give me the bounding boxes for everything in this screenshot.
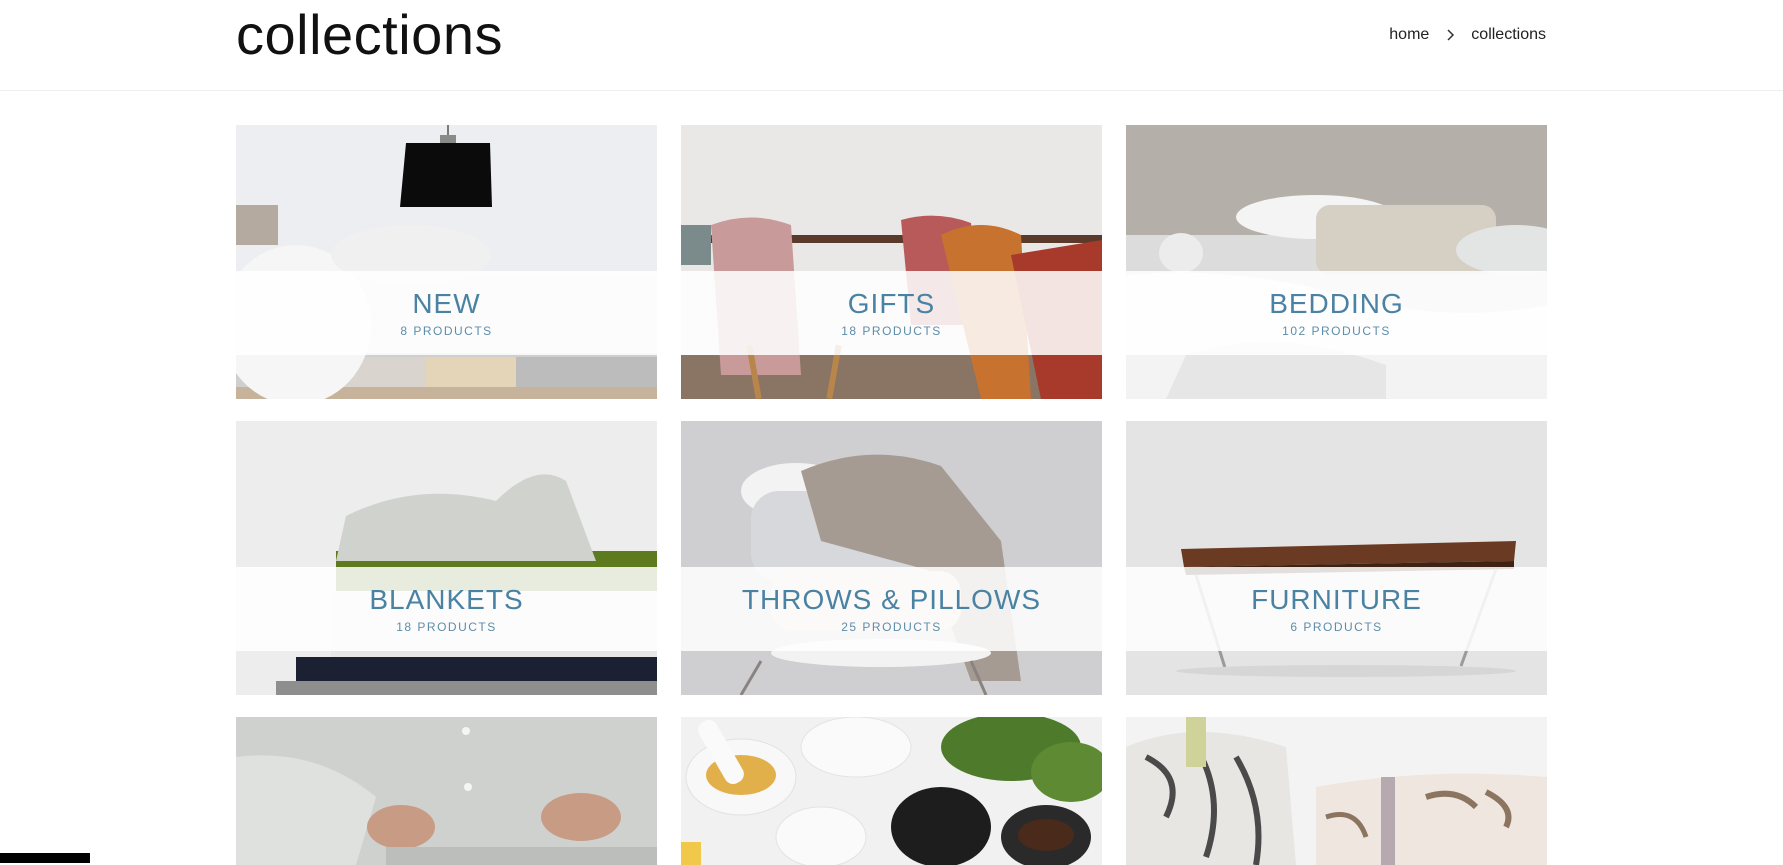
collection-overlay: NEW 8 PRODUCTS bbox=[236, 271, 657, 355]
collection-image-kitchen bbox=[681, 717, 1102, 865]
collection-image-bedding bbox=[1126, 125, 1547, 399]
collection-title: GIFTS bbox=[847, 288, 936, 319]
collection-title: THROWS & PILLOWS bbox=[741, 584, 1042, 615]
collection-overlay: BLANKETS 18 PRODUCTS bbox=[236, 567, 657, 651]
collection-title: FURNITURE bbox=[1251, 584, 1422, 615]
collection-card-bedding[interactable]: BEDDING 102 PRODUCTS bbox=[1126, 125, 1547, 399]
collection-overlay: THROWS & PILLOWS 25 PRODUCTS bbox=[681, 567, 1102, 651]
breadcrumb-collections-link[interactable]: collections bbox=[1471, 26, 1546, 44]
collection-card-new[interactable]: NEW 8 PRODUCTS bbox=[236, 125, 657, 399]
collection-card-apparel[interactable] bbox=[236, 717, 657, 865]
collection-title: BLANKETS bbox=[369, 584, 524, 615]
collection-overlay: GIFTS 18 PRODUCTS bbox=[681, 271, 1102, 355]
collection-count: 18 PRODUCTS bbox=[841, 324, 942, 338]
collection-overlay: BEDDING 102 PRODUCTS bbox=[1126, 271, 1547, 355]
collection-count: 25 PRODUCTS bbox=[841, 620, 942, 634]
collection-image-gifts bbox=[681, 125, 1102, 399]
collection-title: BEDDING bbox=[1269, 288, 1404, 319]
collection-count: 8 PRODUCTS bbox=[400, 324, 493, 338]
collection-count: 6 PRODUCTS bbox=[1290, 620, 1383, 634]
chevron-right-icon bbox=[1443, 28, 1457, 42]
collection-image-blankets bbox=[236, 421, 657, 695]
collection-card-throws-pillows[interactable]: THROWS & PILLOWS 25 PRODUCTS bbox=[681, 421, 1102, 695]
breadcrumb-home-link[interactable]: home bbox=[1389, 26, 1429, 44]
collection-image-textiles bbox=[1126, 717, 1547, 865]
collection-card-furniture[interactable]: FURNITURE 6 PRODUCTS bbox=[1126, 421, 1547, 695]
collection-title: NEW bbox=[412, 288, 481, 319]
collection-count: 18 PRODUCTS bbox=[396, 620, 497, 634]
collection-image-apparel bbox=[236, 717, 657, 865]
collection-image-furniture bbox=[1126, 421, 1547, 695]
collection-card-gifts[interactable]: GIFTS 18 PRODUCTS bbox=[681, 125, 1102, 399]
collection-count: 102 PRODUCTS bbox=[1282, 324, 1391, 338]
breadcrumb: home collections bbox=[1389, 24, 1546, 46]
collection-image-throws-pillows bbox=[681, 421, 1102, 695]
collection-card-blankets[interactable]: BLANKETS 18 PRODUCTS bbox=[236, 421, 657, 695]
collection-card-textiles[interactable] bbox=[1126, 717, 1547, 865]
page-title: collections bbox=[236, 3, 503, 66]
collection-overlay: FURNITURE 6 PRODUCTS bbox=[1126, 567, 1547, 651]
collection-image-new bbox=[236, 125, 657, 399]
page-header: collections home collections bbox=[0, 0, 1783, 91]
collections-grid: NEW 8 PRODUCTS GIFTS 18 PRODUCTS BEDDING… bbox=[236, 125, 1547, 865]
corner-bar bbox=[0, 853, 90, 863]
collection-card-kitchen[interactable] bbox=[681, 717, 1102, 865]
